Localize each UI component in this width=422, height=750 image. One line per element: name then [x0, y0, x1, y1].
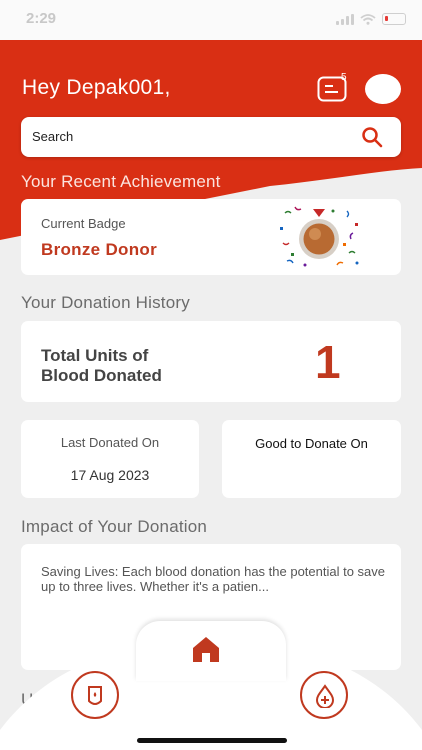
badge-name: Bronze Donor [41, 240, 157, 259]
impact-text: Saving Lives: Each blood donation has th… [41, 564, 386, 594]
last-donated-label: Last Donated On [60, 435, 160, 450]
wifi-icon [360, 13, 376, 25]
status-bar: 2:29 [0, 0, 422, 40]
status-icons [336, 13, 406, 25]
good-to-donate-card: Good to Donate On [222, 420, 401, 498]
total-units-value: 1 [315, 336, 341, 388]
search-bar[interactable]: Search [21, 117, 401, 157]
greeting: Hey Depak001, [22, 76, 171, 99]
achievement-section-title: Your Recent Achievement [21, 172, 221, 191]
notification-count: 5 [341, 72, 347, 83]
good-to-donate-label: Good to Donate On [255, 436, 368, 451]
signal-icon [336, 13, 354, 25]
badge-label: Current Badge [41, 216, 126, 231]
blood-drop-plus-icon [315, 684, 335, 708]
bronze-medal-icon [280, 206, 359, 267]
avatar[interactable] [365, 74, 401, 104]
last-donated-card: Last Donated On 17 Aug 2023 [21, 420, 199, 498]
search-input[interactable]: Search [32, 129, 73, 144]
impact-section-title: Impact of Your Donation [21, 517, 208, 536]
history-section-title: Your Donation History [21, 293, 190, 312]
total-units-label: Total Units of Blood Donated [41, 346, 162, 385]
home-indicator [137, 738, 287, 743]
home-icon[interactable] [190, 635, 222, 663]
last-donated-date: 17 Aug 2023 [70, 467, 150, 483]
blood-bag-icon [88, 686, 102, 705]
badge-card[interactable]: Current Badge Bronze Donor [21, 199, 401, 275]
total-units-card: Total Units of Blood Donated 1 [21, 321, 401, 402]
bottom-nav [0, 610, 422, 750]
donate-button[interactable] [300, 671, 348, 719]
search-icon[interactable] [361, 126, 383, 148]
battery-icon [382, 13, 406, 25]
blood-bag-button[interactable] [71, 671, 119, 719]
status-time: 2:29 [26, 10, 57, 27]
